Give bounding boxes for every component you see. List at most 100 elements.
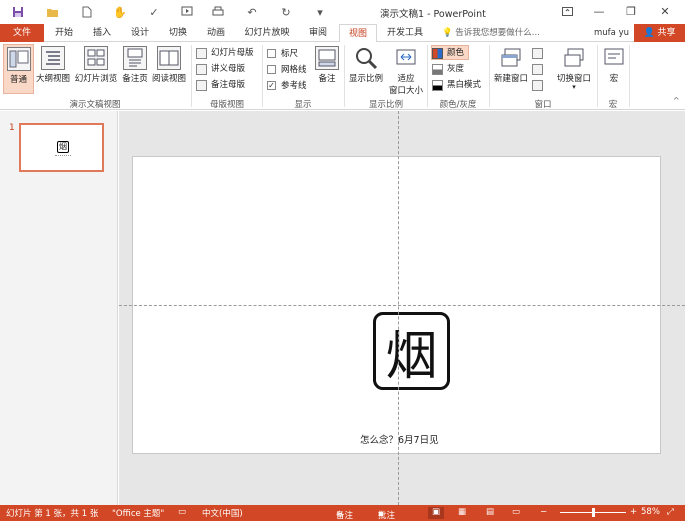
guides-checkbox-box: ✓ [267,81,276,90]
undo-icon[interactable]: ↶ [244,4,260,20]
slide-master-button[interactable]: 幻灯片母版 [196,46,254,61]
redo-icon[interactable]: ↻ [278,4,294,20]
printer-icon[interactable] [210,4,226,20]
zoom-slider-thumb[interactable] [592,508,595,517]
share-label: 共享 [657,28,676,38]
tab-developer[interactable]: 开发工具 [380,24,430,42]
person-icon: 👤 [643,28,655,38]
guides-checkbox[interactable]: ✓ 参考线 [267,79,307,93]
arrange-all-icon [532,48,543,59]
zoom-button[interactable]: 显示比例 [347,44,385,94]
normal-view-icon [6,47,31,71]
macros-button[interactable]: 宏 [600,44,628,94]
tab-view[interactable]: 视图 [339,24,377,43]
notes-button[interactable]: 备注 [313,44,341,94]
reading-view-status-icon[interactable]: ▤ [486,507,494,517]
page-icon[interactable]: ▭ [178,507,186,517]
new-window-button[interactable]: 新建窗口 [493,44,529,94]
notes-label: 备注 [318,74,336,84]
tab-design[interactable]: 设计 [122,24,158,42]
restore-icon[interactable]: ❐ [620,2,642,20]
gridlines-label: 网格线 [281,65,307,75]
slideshow-status-icon[interactable]: ▭ [512,507,520,517]
tab-transitions[interactable]: 切换 [160,24,196,42]
lightbulb-icon: 💡 [442,28,453,38]
slide-subtitle[interactable]: 怎么念？6月7日见 [360,432,439,446]
slide-glyph-box[interactable]: 烟 [373,312,450,390]
tab-animations[interactable]: 动画 [198,24,234,42]
share-button[interactable]: 👤 共享 [634,24,685,42]
fit-window-label-1: 适应 [397,74,415,84]
ruler-checkbox[interactable]: 标尺 [267,47,298,61]
zoom-out-icon[interactable]: − [540,507,547,517]
fit-window-button[interactable]: 适应 窗口大小 [386,44,426,96]
slide-thumbnail[interactable]: 烟 [19,123,104,172]
vertical-guide[interactable] [398,111,399,505]
slide-glyph: 烟 [385,326,438,387]
comments-status-label: 批注 [378,511,396,521]
slide-master-icon [196,48,207,59]
new-window-icon [499,46,523,70]
notes-master-button[interactable]: 备注母版 [196,78,245,93]
ribbon-display-icon[interactable] [556,2,578,20]
tab-review[interactable]: 审阅 [300,24,336,42]
slide-sorter-status-icon[interactable]: ▦ [458,507,466,517]
present-icon[interactable] [179,4,195,20]
spelling-icon[interactable]: ✓ [146,4,162,20]
switch-window-button[interactable]: 切换窗口 ▾ [552,44,596,94]
grayscale-button[interactable]: 灰度 [432,62,464,77]
open-folder-icon[interactable] [44,4,60,20]
tell-me-box[interactable]: 💡 告诉我您想要做什么... [442,26,540,38]
minimize-icon[interactable]: — [588,2,610,20]
tab-file[interactable]: 文件 [0,24,44,42]
notes-page-button[interactable]: 备注页 [120,44,150,94]
theme-name: "Office 主题" [112,509,165,519]
save-icon[interactable] [10,4,26,20]
fit-slide-icon[interactable]: ⤢ [667,507,674,517]
arrange-all-button[interactable] [532,46,544,61]
zoom-level[interactable]: 58% [641,507,660,517]
user-name[interactable]: mufa yu [594,24,629,42]
language[interactable]: 中文(中国) [202,507,243,519]
cascade-button[interactable] [532,62,544,77]
customize-toolbar-icon[interactable]: ▾ [312,4,328,20]
group-label-show: 显示 [294,100,312,110]
outline-view-icon [41,46,65,70]
status-bar: 幻灯片 第 1 张，共 1 张 "Office 主题" ▭ 中文(中国) ≡ 备… [0,505,685,521]
gridlines-checkbox[interactable]: 网格线 [267,63,307,77]
black-white-button[interactable]: 黑白模式 [432,78,481,93]
cascade-icon [532,64,543,75]
handout-master-button[interactable]: 讲义母版 [196,62,245,77]
zoom-in-icon[interactable]: + [630,507,637,517]
gridlines-checkbox-box [267,65,276,74]
switch-window-icon [562,46,586,70]
slide-sorter-label: 幻灯片浏览 [74,74,118,84]
move-split-button[interactable] [532,78,544,93]
horizontal-guide[interactable] [119,305,685,306]
magnifier-icon [354,46,378,70]
touch-mode-icon[interactable]: ✋ [112,4,128,20]
color-swatch-icon [432,48,443,59]
black-white-label: 黑白模式 [447,80,482,90]
normal-view-button[interactable]: 普通 [3,44,34,94]
tab-home[interactable]: 开始 [46,24,82,42]
color-label: 颜色 [447,48,465,58]
normal-view-status-icon[interactable]: ▣ [428,507,444,519]
slide-sorter-button[interactable]: 幻灯片浏览 [73,44,119,94]
title-bar: ✋ ✓ ↶ ↻ ▾ 演示文稿1 - PowerPoint — ❐ ✕ [0,0,685,24]
color-button[interactable]: 颜色 [431,45,469,60]
close-icon[interactable]: ✕ [654,2,676,20]
slide-sorter-icon [84,46,108,70]
new-file-icon[interactable] [79,4,95,20]
reading-view-label: 阅读视图 [151,74,186,84]
normal-view-label: 普通 [9,75,27,85]
group-label-macros: 宏 [608,100,618,110]
outline-view-button[interactable]: 大纲视图 [35,44,71,94]
tab-slideshow[interactable]: 幻灯片放映 [236,24,298,42]
move-split-icon [532,80,543,91]
group-label-master-views: 母版视图 [209,100,244,110]
thumbnail-subtitle-line [55,155,71,156]
collapse-ribbon-icon[interactable]: ^ [673,96,680,105]
reading-view-button[interactable]: 阅读视图 [151,44,187,94]
tab-insert[interactable]: 插入 [84,24,120,42]
